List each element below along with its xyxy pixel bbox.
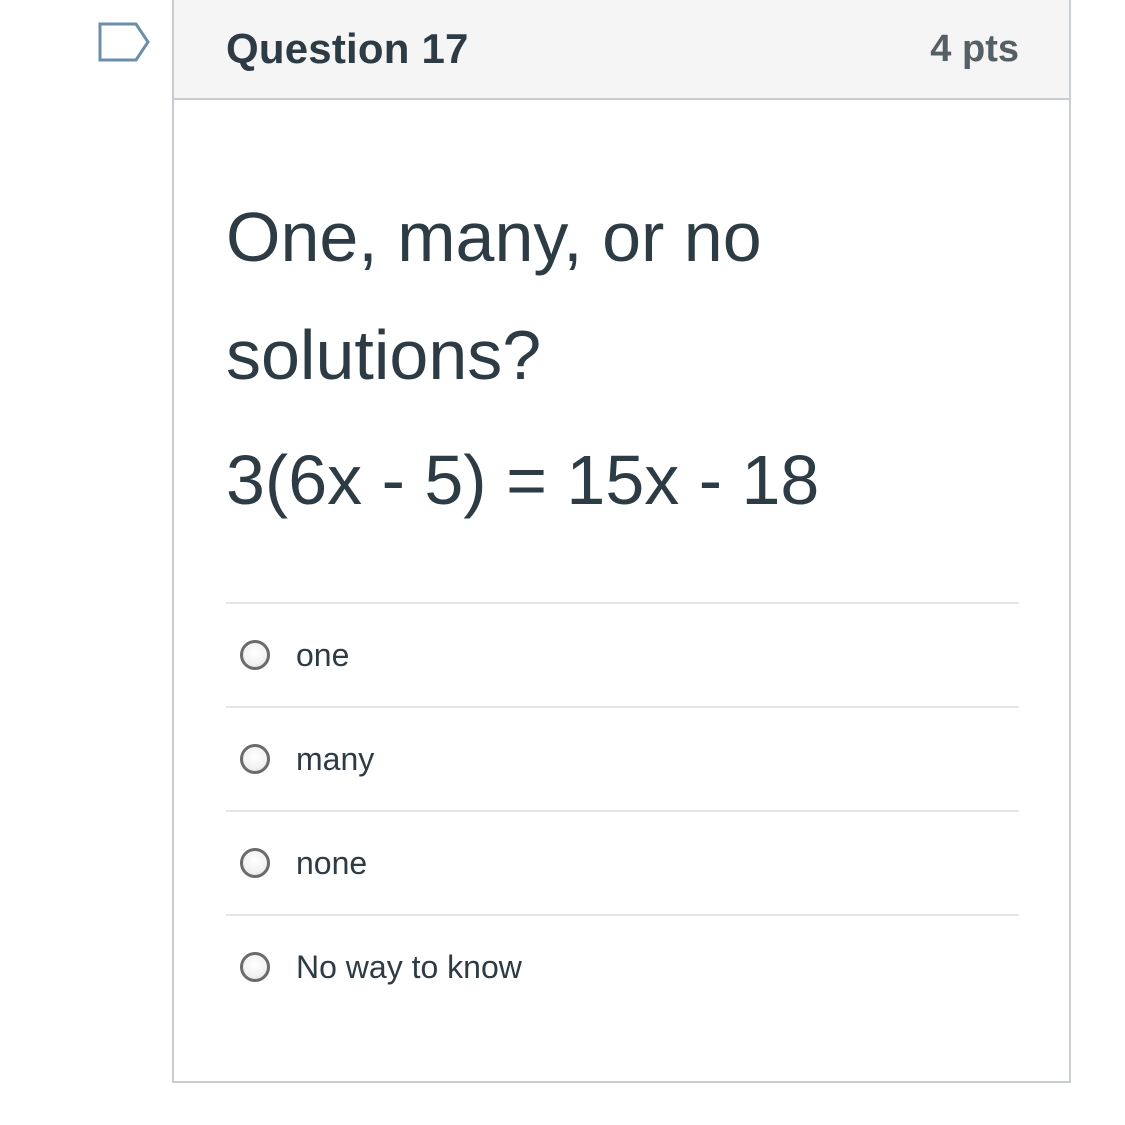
question-body: One, many, or no solutions? 3(6x - 5) = … [174,100,1069,1018]
answer-option-many[interactable]: many [226,708,1019,812]
answer-label: No way to know [296,948,522,985]
answer-label: none [296,844,368,881]
question-header: Question 17 4 pts [174,0,1069,100]
answer-option-no-way-to-know[interactable]: No way to know [226,916,1019,1018]
answer-option-one[interactable]: one [226,604,1019,708]
question-points: 4 pts [930,27,1019,70]
flag-question-icon[interactable] [98,22,150,62]
question-card: Question 17 4 pts One, many, or no solut… [172,0,1071,1083]
radio-button[interactable] [240,744,270,774]
radio-button[interactable] [240,952,270,982]
radio-button[interactable] [240,848,270,878]
answer-list: one many none No way to know [226,602,1019,1018]
question-title: Question 17 [226,25,469,72]
answer-label: one [296,636,350,673]
answer-label: many [296,740,375,777]
question-equation: 3(6x - 5) = 15x - 18 [226,441,820,519]
quiz-page: Question 17 4 pts One, many, or no solut… [0,0,1125,1125]
answer-option-none[interactable]: none [226,812,1019,916]
question-prompt: One, many, or no solutions? [226,198,762,394]
radio-button[interactable] [240,640,270,670]
